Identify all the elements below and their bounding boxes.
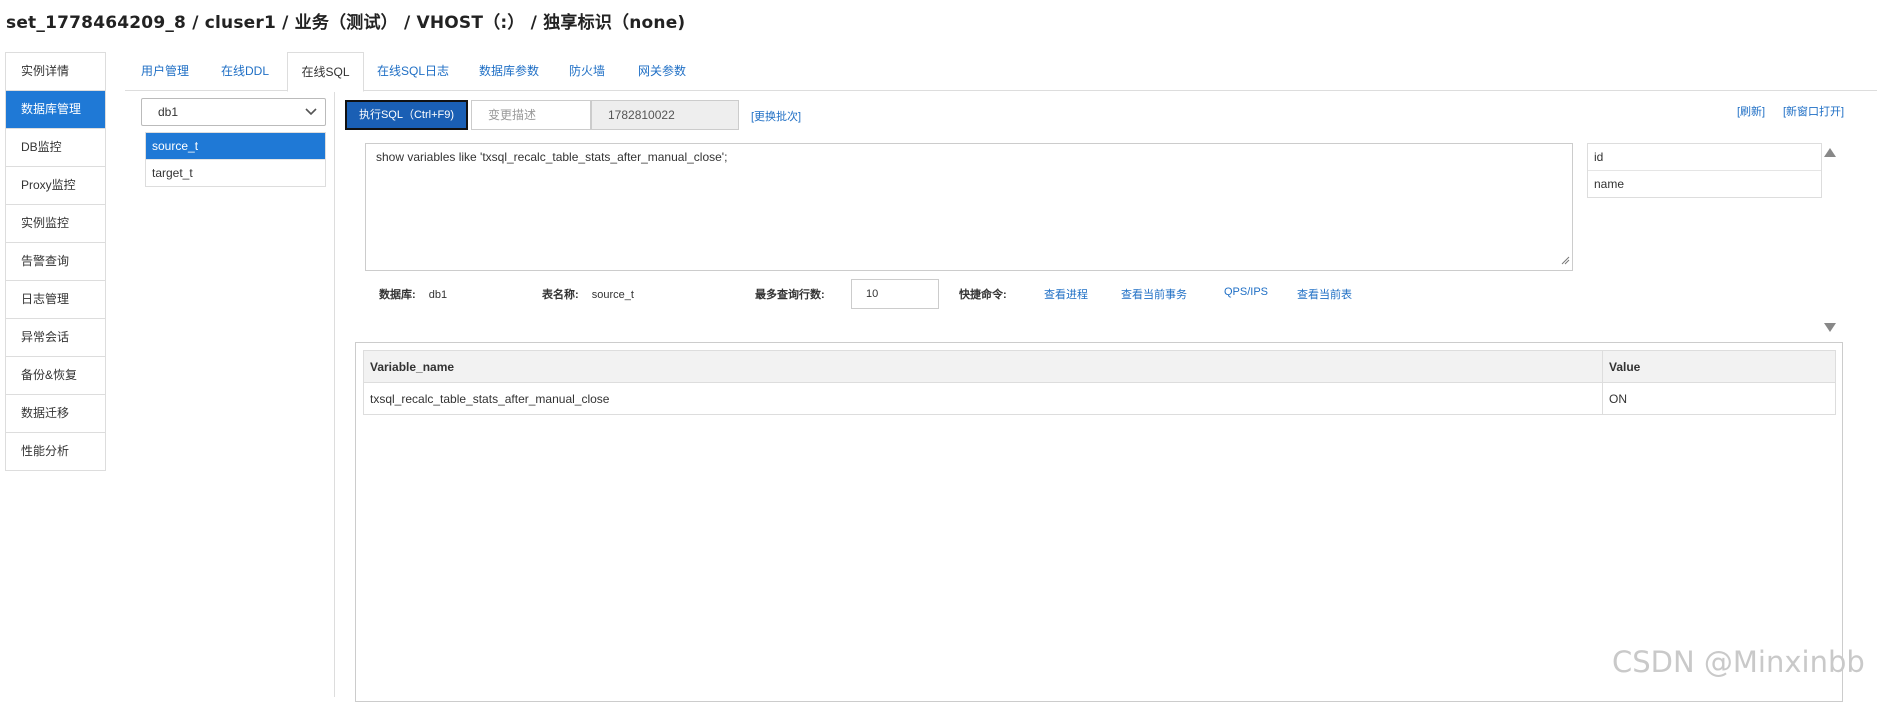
database-select-value: db1 [158, 105, 179, 119]
table-row: txsql_recalc_table_stats_after_manual_cl… [363, 382, 1836, 415]
table-item-source-t[interactable]: source_t [146, 133, 325, 160]
column-header-variable-name: Variable_name [363, 350, 1603, 383]
result-table: Variable_name Value txsql_recalc_table_s… [363, 350, 1836, 415]
sidebar-item-db-monitor[interactable]: DB监控 [6, 129, 105, 167]
info-max-rows-label: 最多查询行数: [755, 289, 825, 301]
sidebar-item-database-management[interactable]: 数据库管理 [6, 91, 105, 129]
scroll-up-arrow-icon[interactable] [1824, 148, 1836, 157]
page-title: set_1778464209_8 / cluser1 / 业务（测试） / VH… [6, 13, 686, 33]
sidebar-nav: 实例详情 数据库管理 DB监控 Proxy监控 实例监控 告警查询 日志管理 异… [5, 52, 106, 471]
result-header-row: Variable_name Value [363, 350, 1836, 383]
change-batch-link[interactable]: [更换批次] [751, 108, 801, 124]
column-header-value: Value [1602, 350, 1836, 383]
sql-editor[interactable]: show variables like 'txsql_recalc_table_… [365, 143, 1573, 271]
watermark: CSDN @Minxinbb [1612, 645, 1865, 679]
field-item-id[interactable]: id [1588, 144, 1821, 171]
field-list: id name [1587, 143, 1822, 198]
tab-online-sql[interactable]: 在线SQL [287, 52, 364, 92]
chevron-down-icon [305, 99, 317, 134]
sidebar-item-log-management[interactable]: 日志管理 [6, 281, 105, 319]
scroll-down-arrow-icon[interactable] [1824, 323, 1836, 332]
info-max-rows: 最多查询行数: [755, 286, 835, 302]
info-table-value: source_t [591, 289, 634, 301]
sidebar-item-proxy-monitor[interactable]: Proxy监控 [6, 167, 105, 205]
execute-sql-button[interactable]: 执行SQL（Ctrl+F9) [345, 100, 468, 130]
cell-variable-name: txsql_recalc_table_stats_after_manual_cl… [363, 382, 1603, 415]
tab-bar: 用户管理 在线DDL 在线SQL 在线SQL日志 数据库参数 防火墙 网关参数 [125, 52, 1877, 92]
tab-online-ddl[interactable]: 在线DDL [205, 52, 285, 90]
open-new-window-link[interactable]: [新窗口打开] [1783, 103, 1844, 119]
tab-user-management[interactable]: 用户管理 [125, 52, 205, 90]
shortcut-view-current-table[interactable]: 查看当前表 [1297, 286, 1352, 302]
database-select[interactable]: db1 [141, 98, 326, 126]
sidebar-item-backup-restore[interactable]: 备份&恢复 [6, 357, 105, 395]
resize-handle-icon[interactable] [1561, 256, 1570, 268]
shortcut-view-processes[interactable]: 查看进程 [1044, 286, 1088, 302]
sql-editor-text: show variables like 'txsql_recalc_table_… [376, 150, 728, 164]
info-database: 数据库: db1 [379, 286, 447, 302]
shortcut-qps-ips[interactable]: QPS/IPS [1224, 286, 1268, 298]
table-item-target-t[interactable]: target_t [146, 160, 325, 186]
info-table-label: 表名称: [542, 289, 579, 301]
info-shortcuts-label: 快捷命令: [959, 289, 1007, 301]
info-table: 表名称: source_t [542, 286, 634, 302]
cell-value: ON [1602, 382, 1836, 415]
sidebar-item-performance-analysis[interactable]: 性能分析 [6, 433, 105, 471]
info-shortcuts: 快捷命令: [959, 286, 1017, 302]
tab-firewall[interactable]: 防火墙 [555, 52, 619, 90]
tab-online-sql-log[interactable]: 在线SQL日志 [365, 52, 461, 90]
table-list: source_t target_t [145, 132, 326, 187]
max-rows-input[interactable]: 10 [851, 279, 939, 309]
tab-db-params[interactable]: 数据库参数 [463, 52, 555, 90]
panel-divider [334, 92, 335, 697]
info-database-label: 数据库: [379, 289, 416, 301]
field-item-name[interactable]: name [1588, 171, 1821, 197]
shortcut-view-transactions[interactable]: 查看当前事务 [1121, 286, 1187, 302]
batch-id-field: 1782810022 [591, 100, 739, 130]
sidebar-item-alert-query[interactable]: 告警查询 [6, 243, 105, 281]
info-database-value: db1 [428, 289, 448, 301]
refresh-link[interactable]: [刷新] [1737, 103, 1765, 119]
sidebar-item-instance-details[interactable]: 实例详情 [6, 53, 105, 91]
sidebar-item-instance-monitor[interactable]: 实例监控 [6, 205, 105, 243]
change-description-input[interactable]: 变更描述 [471, 100, 591, 130]
sidebar-item-data-migration[interactable]: 数据迁移 [6, 395, 105, 433]
tab-gateway-params[interactable]: 网关参数 [621, 52, 703, 90]
sidebar-item-abnormal-sessions[interactable]: 异常会话 [6, 319, 105, 357]
